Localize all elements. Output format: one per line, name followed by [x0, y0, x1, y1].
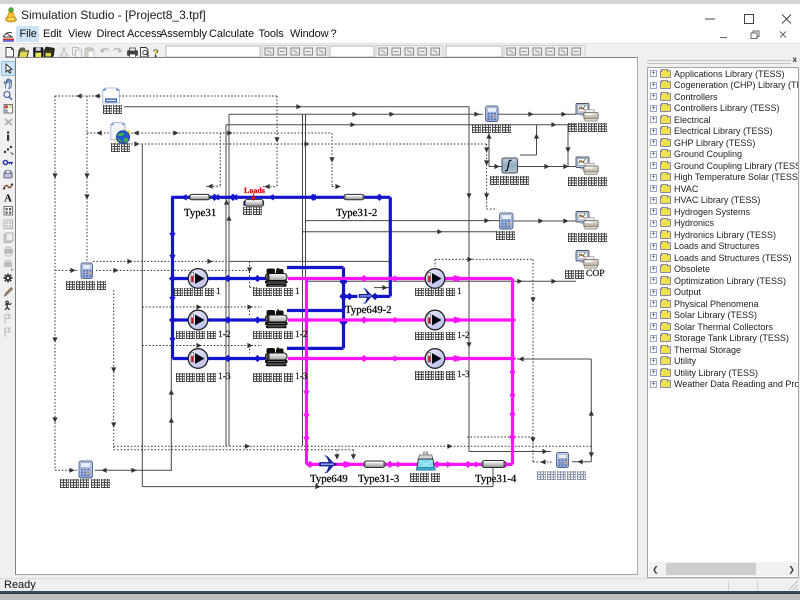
svg-text:A: A: [4, 193, 12, 205]
